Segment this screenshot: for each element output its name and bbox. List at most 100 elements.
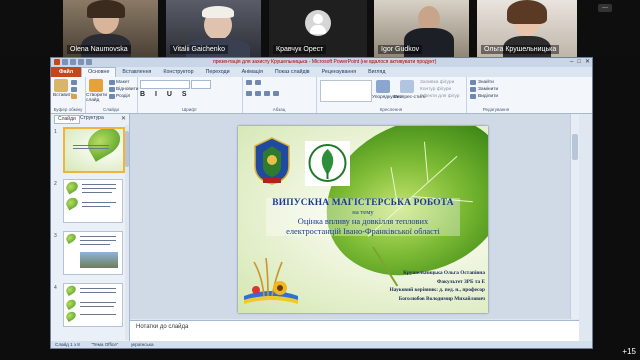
tab-design[interactable]: Конструктор (157, 67, 199, 77)
language-indicator[interactable]: українська (131, 341, 154, 348)
copy-icon[interactable] (71, 87, 77, 92)
panel-scrollbar[interactable] (125, 125, 129, 340)
tab-outline[interactable]: Структура (77, 115, 107, 122)
strip-menu-button[interactable]: ... (598, 3, 612, 12)
theme-name: "Тема Office" (91, 342, 119, 347)
text-line (80, 302, 116, 303)
drawing-label: Креслення (379, 107, 403, 112)
undo-icon[interactable] (70, 59, 76, 65)
participant-name: Кравчук Орест (273, 45, 327, 54)
vertical-scrollbar[interactable] (570, 114, 579, 319)
status-bar: Слайд 1 з 8 "Тема Office" українська (51, 341, 592, 348)
tab-insert[interactable]: Вставлення (116, 67, 157, 77)
select-button[interactable]: Виділити (478, 94, 498, 99)
slide-thumbnail[interactable] (63, 231, 123, 275)
participant-tile[interactable]: Vitalii Gaichenko (166, 0, 261, 57)
numbering-icon[interactable] (255, 80, 261, 85)
cut-icon[interactable] (71, 80, 77, 85)
text-line (80, 244, 110, 245)
author-name: Крушельницька Ольга Остапівна (403, 270, 485, 276)
participant-hair (202, 6, 234, 18)
section-button[interactable]: Розділ (116, 94, 130, 99)
university-emblem-icon (254, 137, 290, 185)
clipboard-group: Вставити Буфер обміну (51, 77, 86, 113)
slide-thumbnail[interactable] (63, 283, 123, 327)
maximize-button[interactable]: □ (577, 59, 581, 66)
format-painter-icon[interactable] (71, 94, 77, 99)
leaf-image (64, 284, 78, 296)
tab-home[interactable]: Основне (81, 67, 117, 77)
tab-transitions[interactable]: Переходи (200, 67, 236, 77)
tab-slideshow[interactable]: Показ слайдів (269, 67, 316, 77)
editing-label: Редагування (482, 107, 510, 112)
ribbon-tabs: Файл Основне Вставлення Конструктор Пере… (51, 67, 592, 77)
tab-file[interactable]: Файл (51, 67, 82, 77)
slide-subtitle: на тему (352, 209, 374, 216)
author-faculty: Факультет ЗРБ та Е (436, 278, 485, 285)
slides-label: Слайди (102, 107, 120, 112)
start-show-icon[interactable] (86, 59, 92, 65)
bullets-icon[interactable] (246, 80, 252, 85)
wheat-sunflower-icon (244, 257, 298, 304)
clipboard-label: Буфер обміну (53, 107, 83, 112)
justify-icon[interactable] (273, 91, 279, 96)
tab-review[interactable]: Рецензування (316, 67, 363, 77)
title-line (73, 145, 109, 146)
align-left-icon[interactable] (246, 91, 252, 96)
text-line (82, 206, 110, 207)
participant-tile[interactable]: Igor Gudkov (374, 0, 469, 57)
powerpoint-window: презентація для захисту Крушельницька - … (50, 57, 593, 349)
paste-icon[interactable] (54, 79, 68, 92)
new-slide-button[interactable]: Створити слайд (86, 93, 108, 103)
text-line (82, 188, 116, 189)
layout-button[interactable]: Макет (116, 80, 130, 85)
section-icon[interactable] (109, 94, 115, 99)
align-right-icon[interactable] (264, 91, 270, 96)
font-name-dropdown[interactable] (140, 80, 190, 89)
shapes-gallery[interactable] (320, 80, 372, 102)
save-icon[interactable] (62, 59, 68, 65)
arrange-icon[interactable] (376, 80, 390, 93)
find-icon[interactable] (470, 80, 476, 85)
slide-title-box[interactable]: ВИПУСКНА МАГІСТЕРСЬКА РОБОТА на тему Оці… (266, 198, 460, 236)
select-icon[interactable] (470, 94, 476, 99)
redo-icon[interactable] (78, 59, 84, 65)
shape-fill-button[interactable]: Заливка фігури (420, 80, 454, 85)
reset-icon[interactable] (109, 87, 115, 92)
slide-thumbnail[interactable] (63, 179, 123, 223)
minimize-button[interactable]: – (570, 59, 573, 66)
slide-thumbnail[interactable] (63, 127, 125, 173)
close-button[interactable]: ✕ (585, 59, 590, 66)
replace-button[interactable]: Замінити (478, 87, 498, 92)
reset-button[interactable]: Відновити (116, 87, 139, 92)
more-participants-count[interactable]: +15 (622, 347, 636, 356)
supervisor-name: Боголюбов Володимир Михайлович (398, 295, 485, 302)
replace-icon[interactable] (470, 87, 476, 92)
align-center-icon[interactable] (255, 91, 261, 96)
participant-tile[interactable]: Кравчук Орест (269, 0, 367, 57)
new-slide-icon[interactable] (89, 79, 103, 92)
photo-image (80, 252, 118, 268)
notes-placeholder: Нотатки до слайда (136, 324, 189, 330)
participant-hair (507, 0, 547, 24)
font-format-buttons[interactable]: B I U S (140, 91, 191, 98)
font-size-dropdown[interactable] (191, 80, 211, 89)
participant-name: Igor Gudkov (378, 45, 423, 54)
quick-styles-icon[interactable] (400, 80, 414, 93)
participant-tile[interactable]: Olena Naumovska (63, 0, 158, 57)
layout-icon[interactable] (109, 80, 115, 85)
close-panel-icon[interactable]: ✕ (121, 115, 126, 122)
tab-slides[interactable]: Слайди (54, 115, 80, 124)
ribbon: Вставити Буфер обміну Створити слайд Мак… (51, 77, 592, 114)
shape-effects-button[interactable]: Ефекти для фігур (420, 94, 459, 99)
slide-title: ВИПУСКНА МАГІСТЕРСЬКА РОБОТА (272, 198, 454, 208)
shape-outline-button[interactable]: Контур фігури (420, 87, 451, 92)
notes-pane[interactable]: Нотатки до слайда (130, 320, 579, 342)
tab-animations[interactable]: Анімація (236, 67, 269, 77)
tab-view[interactable]: Вигляд (362, 67, 391, 77)
find-button[interactable]: Знайти (478, 80, 494, 85)
participant-name: Vitalii Gaichenko (170, 45, 229, 54)
participant-tile[interactable]: Ольга Крушельницька (477, 0, 577, 57)
app-icon[interactable] (54, 59, 60, 65)
current-slide[interactable]: ВИПУСКНА МАГІСТЕРСЬКА РОБОТА на тему Оці… (238, 126, 488, 313)
